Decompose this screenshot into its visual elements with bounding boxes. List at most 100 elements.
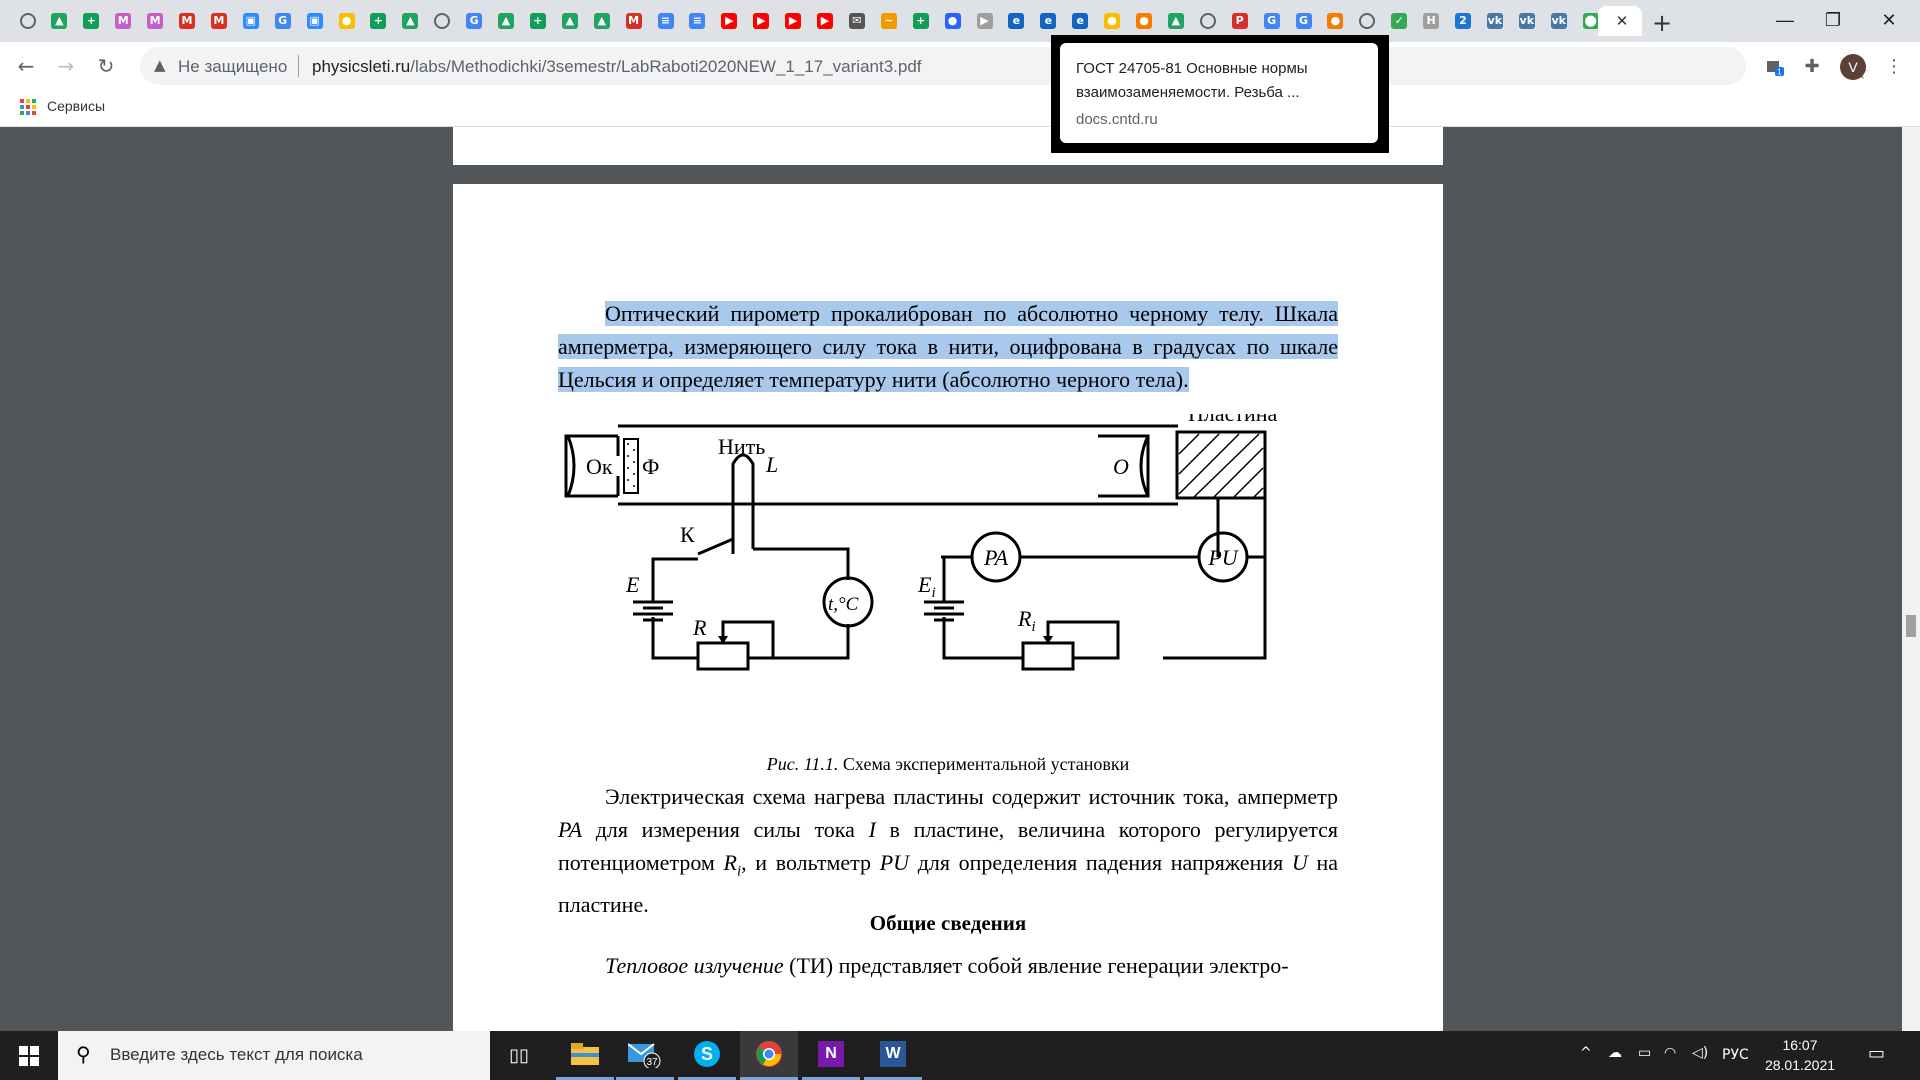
language-indicator[interactable]: РУС xyxy=(1722,1047,1749,1063)
browser-tab[interactable]: e xyxy=(1033,6,1064,36)
globe-icon xyxy=(19,13,36,29)
tab-active[interactable]: ✕ xyxy=(1598,6,1642,36)
bookmarks-bar: Сервисы xyxy=(0,90,1920,127)
browser-tab[interactable]: ▶ xyxy=(746,6,777,36)
browser-tab[interactable]: ≡ xyxy=(682,6,713,36)
extensions-puzzle-icon[interactable]: ✚ xyxy=(1800,54,1824,78)
browser-tab[interactable]: G xyxy=(1288,6,1319,36)
url-text[interactable]: physicsleti.ru/labs/Methodichki/3semestr… xyxy=(312,57,922,77)
browser-tab[interactable]: ▣ xyxy=(235,6,266,36)
mail-app[interactable]: 37 xyxy=(616,1031,674,1080)
browser-tab[interactable]: ▲ xyxy=(491,6,522,36)
browser-tab[interactable]: M xyxy=(203,6,234,36)
eyepiece-lens xyxy=(566,435,576,497)
taskbar-search-box[interactable]: ⚲ Введите здесь текст для поиска xyxy=(58,1031,490,1080)
start-button[interactable] xyxy=(0,1031,58,1080)
keep-icon: ● xyxy=(338,13,355,29)
browser-tab[interactable] xyxy=(427,6,458,36)
maximize-button[interactable]: ❐ xyxy=(1810,0,1856,40)
browser-tab[interactable]: ▲ xyxy=(395,6,426,36)
browser-tab[interactable]: ▶ xyxy=(778,6,809,36)
browser-tab[interactable]: ▶ xyxy=(810,6,841,36)
close-tab-icon[interactable]: ✕ xyxy=(1616,12,1629,30)
browser-tab[interactable]: ▲ xyxy=(586,6,617,36)
word-app[interactable]: W xyxy=(864,1031,922,1080)
windows-taskbar: ⚲ Введите здесь текст для поиска ▯▯ 37 S… xyxy=(0,1031,1920,1080)
youtube-icon: ▶ xyxy=(817,13,833,29)
browser-tab[interactable]: P xyxy=(1224,6,1255,36)
browser-tab[interactable]: M xyxy=(172,6,203,36)
browser-tab[interactable]: ● xyxy=(937,6,968,36)
security-label[interactable]: Не защищено xyxy=(178,57,287,77)
browser-tab[interactable]: G xyxy=(1256,6,1287,36)
browser-tab[interactable]: ● xyxy=(331,6,362,36)
drive-icon: ▲ xyxy=(593,13,610,29)
task-view-button[interactable]: ▯▯ xyxy=(490,1031,548,1080)
browser-tab[interactable]: ▶ xyxy=(969,6,1000,36)
browser-tab[interactable]: ~ xyxy=(873,6,904,36)
onenote-app[interactable]: N xyxy=(802,1031,860,1080)
p2-text-1: Электрическая схема нагрева пластины сод… xyxy=(605,784,1338,809)
apps-grid-icon[interactable] xyxy=(20,99,36,115)
browser-tab[interactable]: 2 xyxy=(1448,6,1479,36)
browser-tab[interactable]: ▣ xyxy=(299,6,330,36)
volume-icon[interactable]: ◁) xyxy=(1692,1045,1708,1061)
browser-tab[interactable]: ▲ xyxy=(1160,6,1191,36)
tray-chevron-icon[interactable]: ^ xyxy=(1580,1045,1592,1061)
browser-tab[interactable]: e xyxy=(1001,6,1032,36)
menu-kebab-icon[interactable]: ⋮ xyxy=(1882,54,1906,78)
back-button[interactable]: ← xyxy=(12,52,40,80)
extension-box-icon[interactable]: 1 xyxy=(1762,54,1786,78)
browser-tab[interactable]: vk xyxy=(1479,6,1510,36)
browser-tab[interactable]: ≡ xyxy=(650,6,681,36)
p2-italic-pu: PU xyxy=(879,850,910,875)
browser-tab[interactable]: vk xyxy=(1511,6,1542,36)
browser-tab[interactable]: + xyxy=(363,6,394,36)
onedrive-icon[interactable]: ☁ xyxy=(1608,1045,1622,1061)
browser-tab[interactable] xyxy=(12,6,43,36)
browser-tab[interactable]: M xyxy=(140,6,171,36)
browser-tab[interactable]: ▲ xyxy=(44,6,75,36)
address-bar[interactable]: ▲ Не защищено physicsleti.ru/labs/Method… xyxy=(140,47,1868,85)
new-tab-button[interactable]: + xyxy=(1652,9,1672,37)
apps-label[interactable]: Сервисы xyxy=(47,98,105,114)
browser-tab[interactable]: ✉ xyxy=(841,6,872,36)
browser-tab[interactable]: + xyxy=(522,6,553,36)
browser-tab[interactable]: M xyxy=(618,6,649,36)
browser-tab[interactable]: e xyxy=(1065,6,1096,36)
browser-tab[interactable]: G xyxy=(459,6,490,36)
file-explorer-app[interactable] xyxy=(556,1031,614,1080)
scrollbar-thumb[interactable] xyxy=(1906,615,1916,637)
browser-tab[interactable]: H xyxy=(1416,6,1447,36)
browser-tab[interactable]: + xyxy=(76,6,107,36)
forward-button[interactable]: → xyxy=(52,52,80,80)
browser-tab[interactable]: ● xyxy=(1129,6,1160,36)
browser-tab[interactable]: + xyxy=(905,6,936,36)
profile-avatar[interactable]: V xyxy=(1840,54,1866,80)
browser-tab[interactable] xyxy=(1352,6,1383,36)
browser-tab[interactable]: ● xyxy=(1097,6,1128,36)
skype-app[interactable]: S xyxy=(678,1031,736,1080)
pdf-viewer[interactable]: Оптический пирометр прокалиброван по абс… xyxy=(0,127,1902,1031)
battery-icon[interactable]: ▭ xyxy=(1638,1045,1651,1061)
browser-tab[interactable]: ● xyxy=(1320,6,1351,36)
viewer-scrollbar[interactable] xyxy=(1902,127,1920,1031)
close-window-button[interactable]: ✕ xyxy=(1866,0,1912,40)
clock[interactable]: 16:07 28.01.2021 xyxy=(1764,1035,1836,1075)
browser-tab[interactable]: ▲ xyxy=(554,6,585,36)
browser-tab[interactable]: ▶ xyxy=(714,6,745,36)
reload-button[interactable]: ↻ xyxy=(92,52,120,80)
cloud-icon: ● xyxy=(1136,13,1152,29)
fish-icon: ~ xyxy=(880,13,897,29)
browser-tab[interactable]: M xyxy=(108,6,139,36)
browser-tab[interactable] xyxy=(1192,6,1223,36)
minimize-button[interactable]: — xyxy=(1762,0,1808,40)
warning-icon[interactable]: ▲ xyxy=(154,56,166,74)
browser-tab[interactable]: vk xyxy=(1543,6,1574,36)
chrome-app[interactable] xyxy=(740,1031,798,1080)
browser-tab[interactable]: ✓ xyxy=(1384,6,1415,36)
notifications-icon[interactable]: ▭ xyxy=(1868,1043,1885,1064)
wire-bottom xyxy=(748,624,850,660)
browser-tab[interactable]: G xyxy=(267,6,298,36)
wifi-icon[interactable]: ◠ xyxy=(1664,1045,1676,1061)
